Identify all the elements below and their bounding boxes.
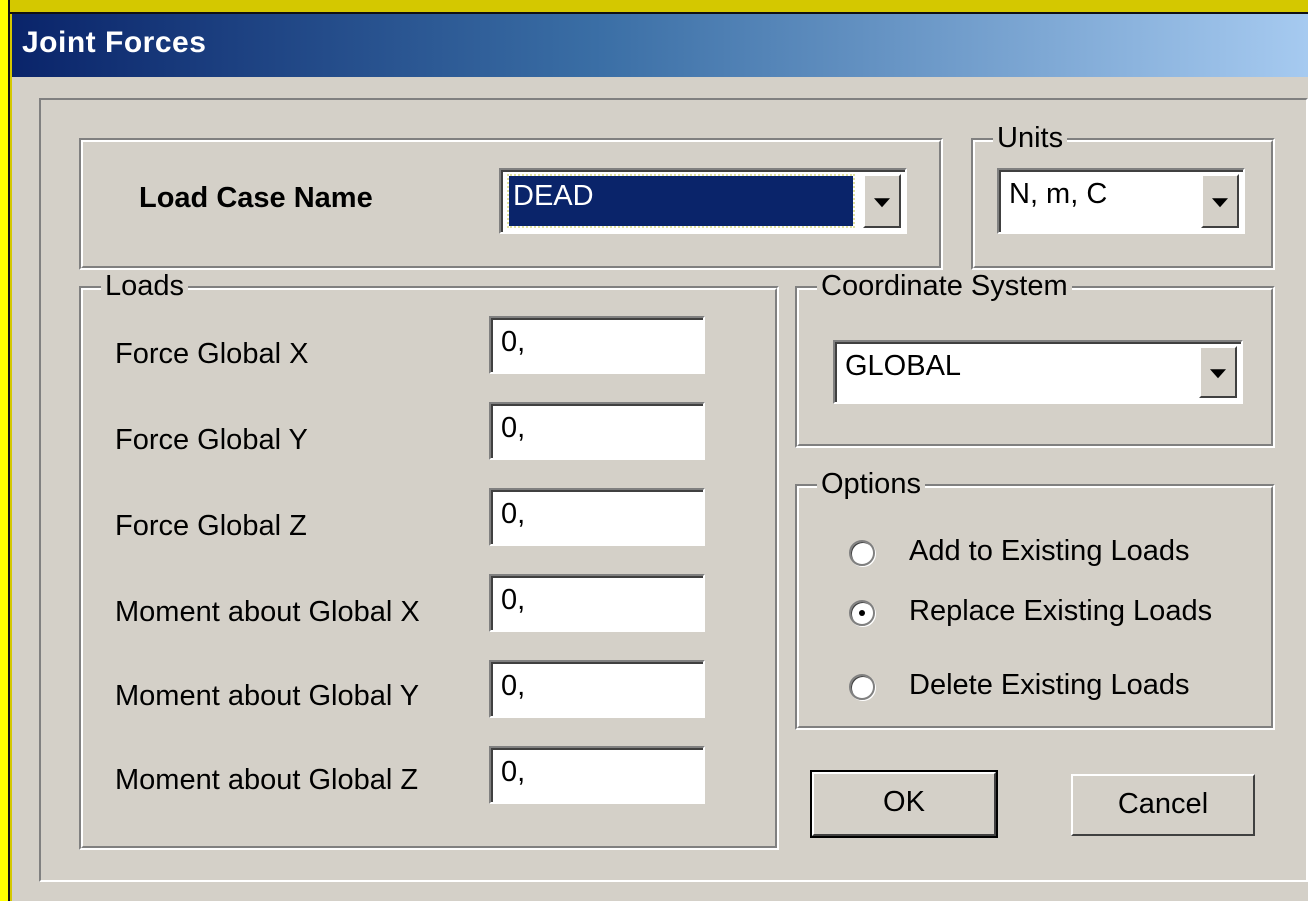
joint-forces-dialog: Joint Forces Load Case Name DEAD Units N… — [12, 14, 1308, 901]
units-value: N, m, C — [1009, 178, 1108, 210]
moment-global-z-field[interactable]: 0, — [489, 746, 705, 804]
radio-add-to-existing[interactable] — [849, 540, 875, 566]
background-left-strip — [0, 0, 10, 901]
chevron-down-icon — [1210, 369, 1226, 379]
radio-delete-existing[interactable] — [849, 674, 875, 700]
moment-global-y-field[interactable]: 0, — [489, 660, 705, 718]
load-case-dropdown-button[interactable] — [863, 174, 901, 228]
force-global-z-label: Force Global Z — [115, 510, 307, 542]
cancel-button-label: Cancel — [1117, 788, 1209, 820]
options-legend: Options — [817, 468, 925, 500]
moment-global-x-field[interactable]: 0, — [489, 574, 705, 632]
coordinate-system-dropdown[interactable]: GLOBAL — [833, 340, 1243, 404]
units-dropdown-button[interactable] — [1201, 174, 1239, 228]
force-global-z-field[interactable]: 0, — [489, 488, 705, 546]
option-add-label[interactable]: Add to Existing Loads — [909, 535, 1190, 568]
force-global-x-value: 0, — [501, 326, 526, 358]
ok-button[interactable]: OK — [810, 770, 998, 838]
moment-global-x-value: 0, — [501, 584, 526, 616]
background-top-strip — [0, 0, 1308, 14]
coordinate-system-value: GLOBAL — [845, 350, 962, 382]
title-bar[interactable]: Joint Forces — [12, 14, 1308, 77]
force-global-y-label: Force Global Y — [115, 424, 308, 456]
moment-global-y-value: 0, — [501, 670, 526, 702]
coordinate-system-legend: Coordinate System — [817, 270, 1072, 302]
moment-global-z-value: 0, — [501, 756, 526, 788]
ok-button-label: OK — [883, 786, 925, 818]
load-case-name-label: Load Case Name — [139, 182, 373, 214]
radio-selected-dot — [859, 610, 865, 616]
force-global-z-value: 0, — [501, 498, 526, 530]
window-title: Joint Forces — [22, 26, 207, 59]
moment-global-x-label: Moment about Global X — [115, 596, 420, 628]
chevron-down-icon — [874, 198, 890, 208]
units-dropdown[interactable]: N, m, C — [997, 168, 1245, 234]
units-legend: Units — [993, 122, 1068, 154]
option-replace-label[interactable]: Replace Existing Loads — [909, 595, 1212, 628]
load-case-dropdown[interactable]: DEAD — [499, 168, 907, 234]
moment-global-y-label: Moment about Global Y — [115, 680, 420, 712]
option-delete-label[interactable]: Delete Existing Loads — [909, 669, 1190, 702]
force-global-y-field[interactable]: 0, — [489, 402, 705, 460]
force-global-x-label: Force Global X — [115, 338, 309, 370]
screen: Joint Forces Load Case Name DEAD Units N… — [0, 0, 1308, 901]
loads-legend: Loads — [101, 270, 189, 302]
load-case-value: DEAD — [513, 180, 594, 212]
radio-replace-existing[interactable] — [849, 600, 875, 626]
coordinate-system-dropdown-button[interactable] — [1199, 346, 1237, 398]
chevron-down-icon — [1212, 198, 1228, 208]
moment-global-z-label: Moment about Global Z — [115, 764, 419, 796]
cancel-button[interactable]: Cancel — [1071, 774, 1255, 836]
force-global-x-field[interactable]: 0, — [489, 316, 705, 374]
force-global-y-value: 0, — [501, 412, 526, 444]
